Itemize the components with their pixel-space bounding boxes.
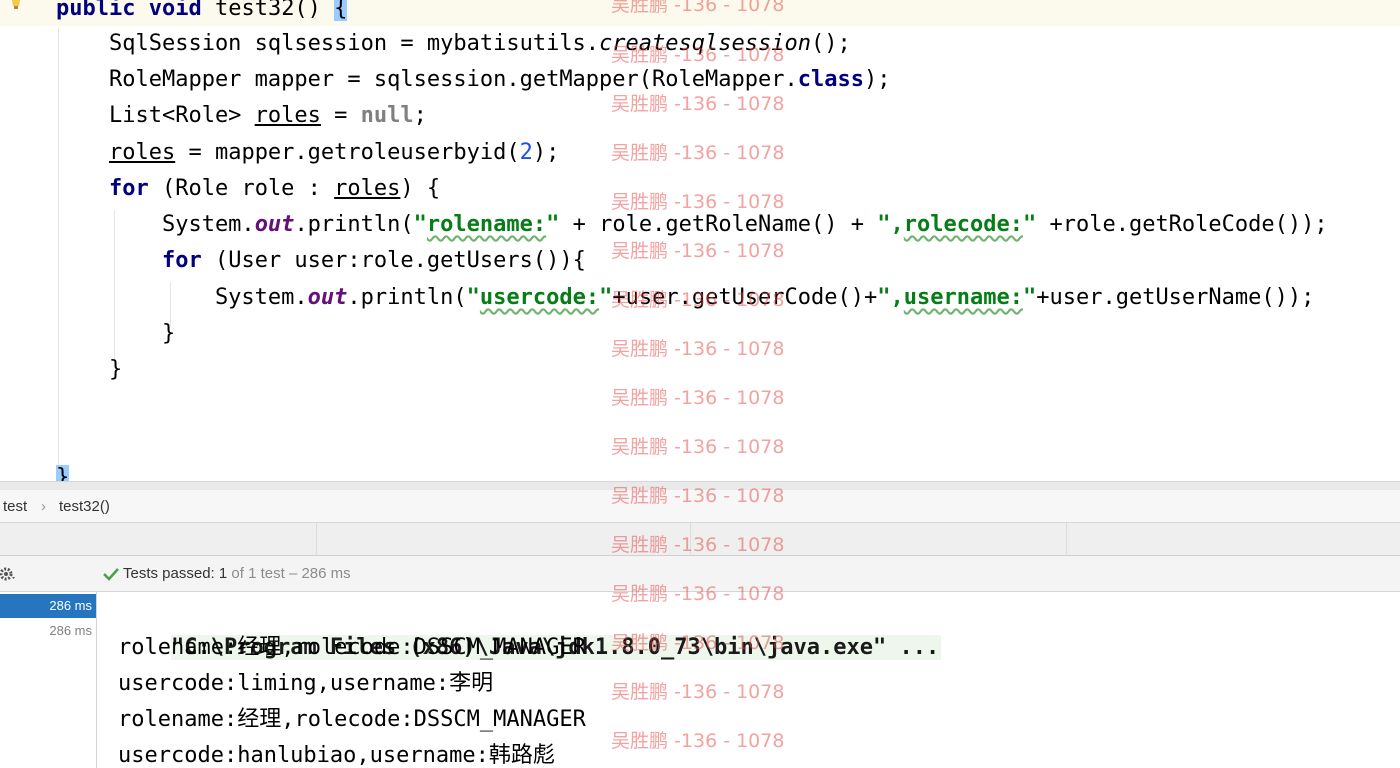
tool-window-header bbox=[0, 523, 1400, 556]
code-line: public void test32() { bbox=[56, 0, 348, 27]
code-token: usercode: bbox=[479, 285, 600, 310]
code-token: = bbox=[320, 103, 361, 128]
code-token: RoleMapper mapper = sqlsession.getMapper… bbox=[56, 67, 798, 92]
code-token: (Role role : bbox=[148, 176, 335, 201]
console-line-command: "C:\Program Files (x86)\Java\jdk1.8.0_73… bbox=[118, 594, 942, 660]
code-token: System. bbox=[56, 212, 255, 237]
test-duration: 286 ms bbox=[49, 623, 92, 638]
code-token: +user.getUserName()); bbox=[1036, 285, 1315, 310]
code-line: SqlSession sqlsession = mybatisutils.cre… bbox=[56, 26, 851, 62]
check-icon bbox=[103, 568, 119, 581]
code-token: " bbox=[466, 285, 480, 310]
code-token: username: bbox=[903, 285, 1023, 310]
code-token: for bbox=[161, 248, 202, 273]
code-line: for (User user:role.getUsers()){ bbox=[56, 243, 586, 279]
code-token: roles bbox=[254, 103, 321, 128]
code-token: void bbox=[148, 0, 202, 21]
code-token: test32() bbox=[201, 0, 335, 21]
test-duration: 286 ms bbox=[49, 598, 92, 613]
code-token: ); bbox=[863, 67, 891, 92]
code-token: +user.getUserCode()+ bbox=[612, 285, 878, 310]
code-token: " bbox=[413, 212, 427, 237]
code-line: System.out.println("rolename:" + role.ge… bbox=[56, 207, 1328, 243]
code-editor[interactable]: public void test32() { SqlSession sqlses… bbox=[0, 0, 1400, 481]
code-token: SqlSession sqlsession = mybatisutils. bbox=[56, 31, 600, 56]
code-token: class bbox=[797, 67, 864, 92]
code-token: public bbox=[56, 0, 136, 21]
code-line: } bbox=[56, 352, 122, 388]
panel-divider bbox=[690, 523, 691, 556]
code-token: .println( bbox=[294, 212, 414, 237]
code-line: RoleMapper mapper = sqlsession.getMapper… bbox=[56, 62, 891, 98]
breadcrumb-item-method[interactable]: test32() bbox=[59, 490, 110, 523]
code-token: " bbox=[546, 212, 560, 237]
breadcrumb-separator: › bbox=[41, 498, 46, 515]
panel-divider bbox=[316, 523, 317, 556]
code-token: 2 bbox=[519, 140, 533, 165]
code-token: rolecode: bbox=[903, 212, 1023, 237]
test-tree: 286 ms 286 ms bbox=[0, 592, 97, 768]
code-token: " bbox=[599, 285, 613, 310]
console-line: usercode:hanlubiao,username:韩路彪 bbox=[118, 743, 555, 768]
code-token: } bbox=[56, 357, 123, 382]
tests-passed-count: 1 bbox=[218, 565, 228, 582]
code-line: System.out.println("usercode:"+user.getU… bbox=[56, 280, 1314, 316]
code-token: out bbox=[254, 212, 295, 237]
console-line: rolename:经理,rolecode:DSSCM_MANAGER bbox=[118, 707, 586, 732]
gear-icon[interactable] bbox=[0, 565, 18, 583]
code-token: .println( bbox=[347, 285, 467, 310]
console-output[interactable]: "C:\Program Files (x86)\Java\jdk1.8.0_73… bbox=[97, 592, 1400, 768]
code-token: out bbox=[307, 285, 348, 310]
test-tree-row[interactable]: 286 ms bbox=[0, 619, 96, 643]
code-token: " bbox=[1022, 285, 1037, 310]
panel-divider bbox=[1066, 523, 1067, 556]
code-token: for bbox=[108, 176, 149, 201]
code-token: ", bbox=[877, 285, 904, 310]
breadcrumb: test › test32() bbox=[0, 490, 1400, 523]
code-token: } bbox=[56, 465, 70, 481]
tests-total-text: of 1 test – 286 ms bbox=[231, 565, 351, 582]
code-token: + role.getRoleName() + bbox=[559, 212, 878, 237]
code-line: List<Role> roles = null; bbox=[56, 98, 427, 134]
test-results-toolbar: Tests passed: 1 of 1 test – 286 ms bbox=[0, 556, 1400, 592]
test-tree-row[interactable]: 286 ms bbox=[0, 594, 96, 618]
code-token: createsqlsession bbox=[599, 31, 811, 56]
code-token: { bbox=[334, 0, 348, 21]
code-token: rolename: bbox=[426, 212, 547, 237]
code-line: roles = mapper.getroleuserbyid(2); bbox=[56, 135, 559, 171]
console-line: rolename:经理,rolecode:DSSCM_MANAGER bbox=[118, 635, 586, 660]
code-token: } bbox=[56, 321, 176, 346]
code-token: null bbox=[360, 103, 414, 128]
code-token: = mapper.getroleuserbyid( bbox=[175, 140, 520, 165]
code-token: roles bbox=[108, 140, 176, 165]
code-token: (User user:role.getUsers()){ bbox=[201, 248, 586, 273]
tests-passed-status: Tests passed: 1 of 1 test – 286 ms bbox=[123, 556, 351, 592]
code-token: +role.getRoleCode()); bbox=[1036, 212, 1328, 237]
code-token: List<Role> bbox=[56, 103, 255, 128]
code-token: (); bbox=[810, 31, 851, 56]
lightbulb-icon[interactable] bbox=[10, 0, 22, 10]
code-line: for (Role role : roles) { bbox=[56, 171, 440, 207]
code-token: System. bbox=[56, 285, 308, 310]
code-token: ) { bbox=[400, 176, 441, 201]
code-token: ", bbox=[877, 212, 904, 237]
code-line: } bbox=[56, 460, 70, 481]
code-token: roles bbox=[334, 176, 401, 201]
code-token: " bbox=[1022, 212, 1037, 237]
tests-passed-label: Tests passed: bbox=[123, 565, 215, 582]
code-line: } bbox=[56, 316, 175, 352]
code-token: ); bbox=[532, 140, 560, 165]
editor-separator[interactable] bbox=[0, 481, 1400, 490]
code-token: ; bbox=[413, 103, 427, 128]
console-line: usercode:liming,username:李明 bbox=[118, 671, 494, 696]
breadcrumb-item-class[interactable]: test bbox=[3, 490, 27, 523]
